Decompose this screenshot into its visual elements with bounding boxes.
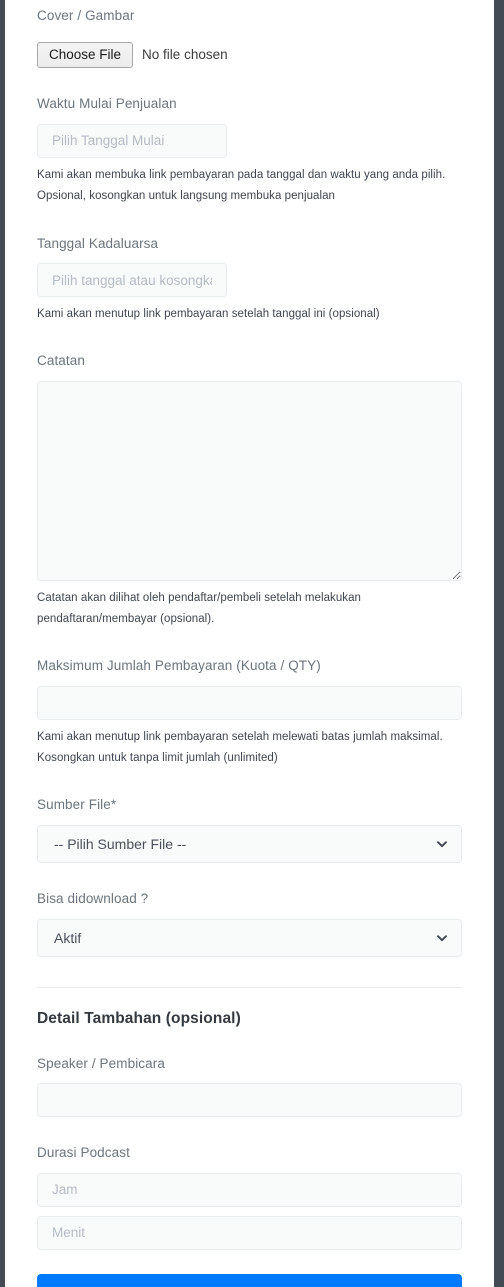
speaker-label: Speaker / Pembicara	[37, 1055, 165, 1071]
downloadable-select[interactable]: Aktif	[37, 918, 462, 957]
expiry-date-input[interactable]	[37, 263, 227, 298]
speaker-input[interactable]	[37, 1083, 462, 1118]
duration-label: Durasi Podcast	[37, 1145, 130, 1161]
field-duration: Durasi Podcast	[37, 1144, 462, 1250]
cover-label: Cover / Gambar	[37, 8, 135, 23]
file-source-select-wrap[interactable]: -- Pilih Sumber File --	[37, 825, 462, 864]
file-input-row[interactable]: Choose File No file chosen	[37, 41, 462, 69]
field-notes: Catatan Catatan akan dilihat oleh pendaf…	[37, 352, 462, 630]
duration-minutes-input[interactable]	[37, 1215, 462, 1250]
page-frame-right	[494, 0, 504, 1287]
max-payment-help-line-1: Kami akan menutup link pembayaran setela…	[37, 730, 443, 743]
file-status-text: No file chosen	[142, 47, 228, 63]
start-time-help-line-2: Opsional, kosongkan untuk langsung membu…	[37, 190, 335, 203]
section-divider	[37, 986, 462, 988]
start-time-label: Waktu Mulai Penjualan	[37, 96, 177, 112]
field-cover: Cover / Gambar Choose File No file chose…	[37, 7, 462, 69]
downloadable-select-wrap[interactable]: Aktif	[37, 918, 462, 957]
additional-details-heading: Detail Tambahan (opsional)	[37, 1009, 241, 1027]
field-downloadable: Bisa didownload ? Aktif	[37, 890, 462, 957]
field-speaker: Speaker / Pembicara	[37, 1055, 462, 1118]
duration-hours-input[interactable]	[37, 1172, 462, 1207]
expiry-date-help: Kami akan menutup link pembayaran setela…	[37, 304, 462, 325]
podcast-create-form: Cover / Gambar Choose File No file chose…	[5, 0, 494, 1287]
start-time-input[interactable]	[37, 123, 227, 158]
additional-details-heading-wrap: Detail Tambahan (opsional)	[37, 1010, 462, 1028]
notes-label: Catatan	[37, 353, 85, 369]
field-max-payment: Maksimum Jumlah Pembayaran (Kuota / QTY)…	[37, 657, 462, 769]
start-time-help-line-1: Kami akan membuka link pembayaran pada t…	[37, 168, 446, 181]
downloadable-label: Bisa didownload ?	[37, 891, 149, 907]
max-payment-label: Maksimum Jumlah Pembayaran (Kuota / QTY)	[37, 658, 321, 674]
notes-textarea[interactable]	[37, 380, 462, 581]
notes-help-line-2: pendaftaran/membayar (opsional).	[37, 613, 215, 626]
choose-file-button[interactable]: Choose File	[37, 41, 134, 69]
expiry-date-label: Tanggal Kadaluarsa	[37, 235, 159, 251]
field-file-source: Sumber File* -- Pilih Sumber File --	[37, 796, 462, 864]
field-expiry-date: Tanggal Kadaluarsa Kami akan menutup lin…	[37, 235, 462, 326]
max-payment-help-line-2: Kosongkan untuk tanpa limit jumlah (unli…	[37, 752, 278, 765]
max-payment-input[interactable]	[37, 685, 462, 720]
submit-button[interactable]: BUAT PODCAST	[37, 1273, 462, 1287]
max-payment-help: Kami akan menutup link pembayaran setela…	[37, 727, 462, 770]
notes-help-line-1: Catatan akan dilihat oleh pendaftar/pemb…	[37, 591, 361, 604]
notes-help: Catatan akan dilihat oleh pendaftar/pemb…	[37, 588, 462, 631]
file-source-select[interactable]: -- Pilih Sumber File --	[37, 825, 462, 864]
field-start-time: Waktu Mulai Penjualan Kami akan membuka …	[37, 95, 462, 207]
start-time-help: Kami akan membuka link pembayaran pada t…	[37, 165, 462, 208]
file-source-label: Sumber File*	[37, 797, 117, 813]
expiry-date-help-line-1: Kami akan menutup link pembayaran setela…	[37, 308, 380, 321]
page-frame-left	[0, 0, 5, 1287]
